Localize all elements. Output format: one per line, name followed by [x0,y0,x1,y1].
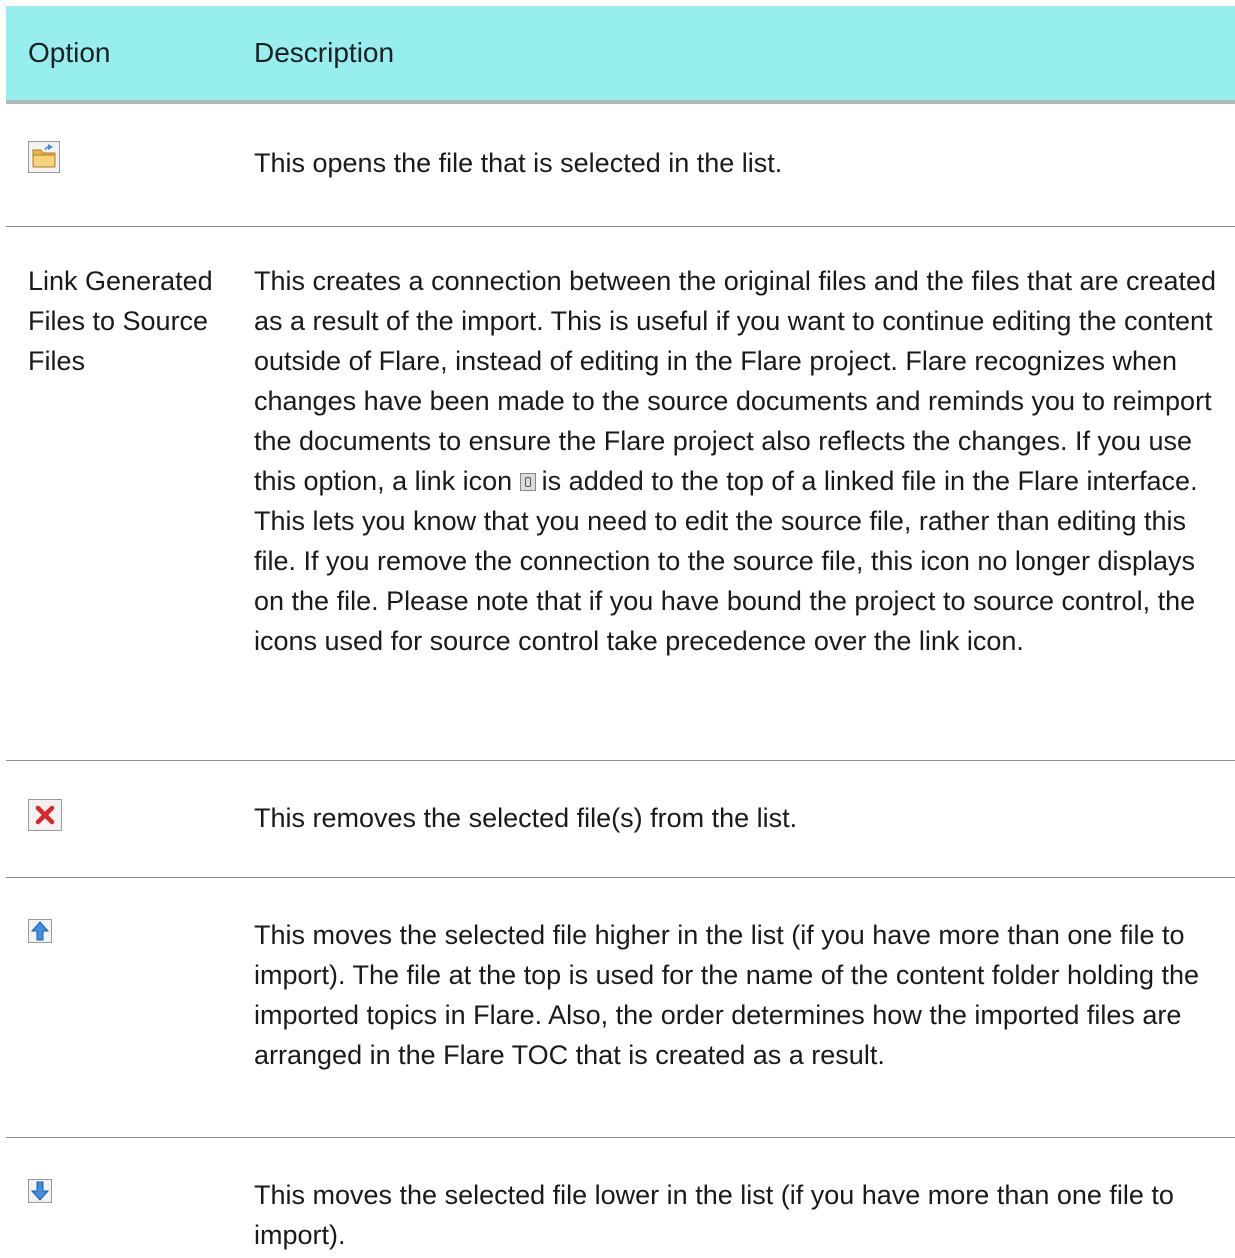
option-cell [6,915,254,1137]
options-table: Option Description This opens the file t… [6,6,1235,1258]
description-cell: This opens the file that is selected in … [254,148,783,178]
table-row: This opens the file that is selected in … [6,104,1235,227]
option-cell [6,798,254,877]
description-cell: This creates a connection between the or… [254,261,1235,760]
table-header: Option Description [6,6,1235,104]
open-folder-icon[interactable] [28,141,60,184]
link-icon [519,473,536,491]
option-cell [6,141,254,226]
table-row: Link Generated Files to Source Files Thi… [6,227,1235,761]
description-cell: This moves the selected file higher in t… [254,920,1200,1070]
move-down-arrow-icon[interactable] [28,1174,52,1214]
description-cell: This moves the selected file lower in th… [254,1180,1174,1250]
description-text-part1: This creates a connection between the or… [254,266,1217,496]
move-up-arrow-icon[interactable] [28,914,52,954]
header-description: Description [254,37,395,68]
option-label: Link Generated Files to Source Files [28,266,213,376]
table-row: This moves the selected file lower in th… [6,1138,1235,1258]
header-option: Option [28,37,111,68]
table-row: This removes the selected file(s) from t… [6,761,1235,878]
remove-x-icon[interactable] [28,799,62,842]
option-cell [6,1175,254,1258]
description-cell: This removes the selected file(s) from t… [254,803,798,833]
table-row: This moves the selected file higher in t… [6,878,1235,1138]
